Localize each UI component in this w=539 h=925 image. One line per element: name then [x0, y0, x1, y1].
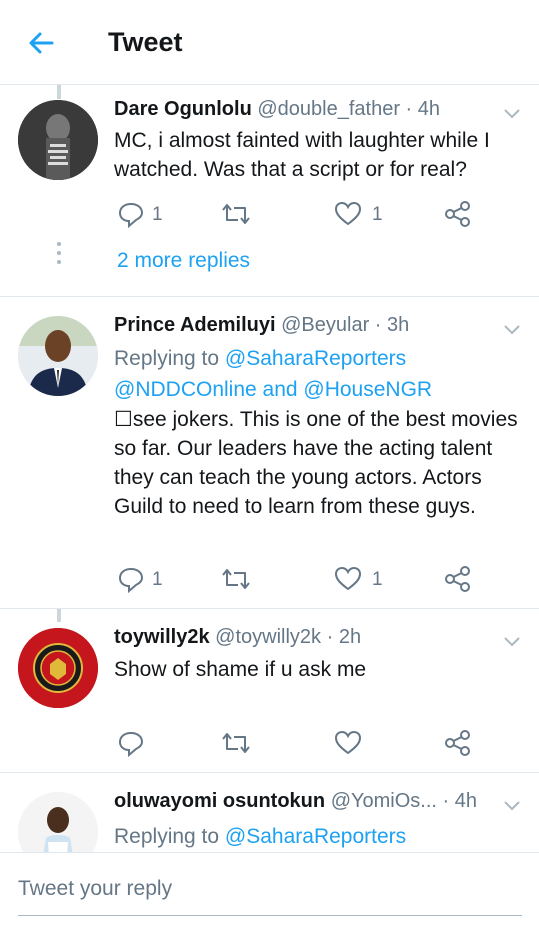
thread-dots: [57, 242, 61, 269]
back-arrow-icon[interactable]: [26, 28, 56, 58]
retweet-icon[interactable]: [219, 199, 253, 229]
reply-count: 1: [152, 204, 163, 225]
reply-composer: [0, 852, 539, 925]
display-name[interactable]: Dare Ogunlolu: [114, 98, 252, 120]
share-icon[interactable]: [443, 728, 473, 758]
tweet-header: oluwayomi osuntokun @YomiOs... · 4h: [114, 790, 477, 813]
handle-time: @YomiOs... · 4h: [330, 790, 477, 812]
tweet-header: Dare Ogunlolu @double_father · 4h: [114, 98, 440, 121]
avatar[interactable]: [18, 100, 98, 180]
tweet-toywilly2k[interactable]: toywilly2k @toywilly2k · 2h Show of sham…: [0, 609, 539, 773]
reply-icon[interactable]: [116, 199, 146, 229]
thread-line-top: [57, 609, 61, 622]
like-count: 1: [372, 569, 383, 590]
avatar[interactable]: [18, 316, 98, 396]
retweet-icon[interactable]: [219, 728, 253, 758]
reply-input[interactable]: [18, 869, 522, 916]
handle-time: @toywilly2k · 2h: [215, 626, 362, 648]
tweet-text: ☐see jokers. This is one of the best mov…: [114, 408, 518, 518]
share-icon[interactable]: [443, 199, 473, 229]
tweet-prince-ademiluyi[interactable]: Prince Ademiluyi @Beyular · 3h Replying …: [0, 297, 539, 609]
handle-time: @double_father · 4h: [257, 98, 441, 120]
tweet-header: Prince Ademiluyi @Beyular · 3h: [114, 314, 409, 337]
page-title: Tweet: [108, 27, 183, 57]
avatar[interactable]: [18, 792, 98, 852]
chevron-down-icon[interactable]: [502, 799, 522, 813]
tweet-dare-ogunlolu[interactable]: Dare Ogunlolu @double_father · 4h MC, i …: [0, 85, 539, 297]
like-icon[interactable]: [333, 564, 363, 594]
avatar[interactable]: [18, 628, 98, 708]
replying-to: Replying to @SaharaReporters: [114, 821, 406, 852]
mention-link[interactable]: @SaharaReporters: [225, 825, 406, 848]
replying-prefix: Replying to: [114, 347, 225, 370]
thread-line-top: [57, 85, 61, 99]
replying-prefix: Replying to: [114, 825, 225, 848]
top-bar: Tweet: [0, 0, 539, 85]
replying-to: Replying to @SaharaReporters @NDDCOnline…: [114, 343, 432, 405]
chevron-down-icon[interactable]: [502, 635, 522, 649]
retweet-icon[interactable]: [219, 564, 253, 594]
chevron-down-icon[interactable]: [502, 323, 522, 337]
share-icon[interactable]: [443, 564, 473, 594]
tweet-oluwayomi-osuntokun[interactable]: oluwayomi osuntokun @YomiOs... · 4h Repl…: [0, 773, 539, 852]
like-count: 1: [372, 204, 383, 225]
like-icon[interactable]: [333, 199, 363, 229]
display-name[interactable]: Prince Ademiluyi: [114, 314, 276, 336]
tweet-header: toywilly2k @toywilly2k · 2h: [114, 626, 361, 649]
tweet-text: MC, i almost fainted with laughter while…: [114, 129, 490, 181]
handle-time: @Beyular · 3h: [281, 314, 410, 336]
display-name[interactable]: oluwayomi osuntokun: [114, 790, 325, 812]
display-name[interactable]: toywilly2k: [114, 626, 210, 648]
reply-count: 1: [152, 569, 163, 590]
tweet-text: Show of shame if u ask me: [114, 658, 367, 681]
mention-link[interactable]: @NDDCOnline and @HouseNGR: [114, 378, 432, 401]
reply-icon[interactable]: [116, 564, 146, 594]
more-replies-link[interactable]: 2 more replies: [117, 249, 250, 273]
chevron-down-icon[interactable]: [502, 107, 522, 121]
reply-icon[interactable]: [116, 728, 146, 758]
like-icon[interactable]: [333, 728, 363, 758]
mention-link[interactable]: @SaharaReporters: [225, 347, 406, 370]
